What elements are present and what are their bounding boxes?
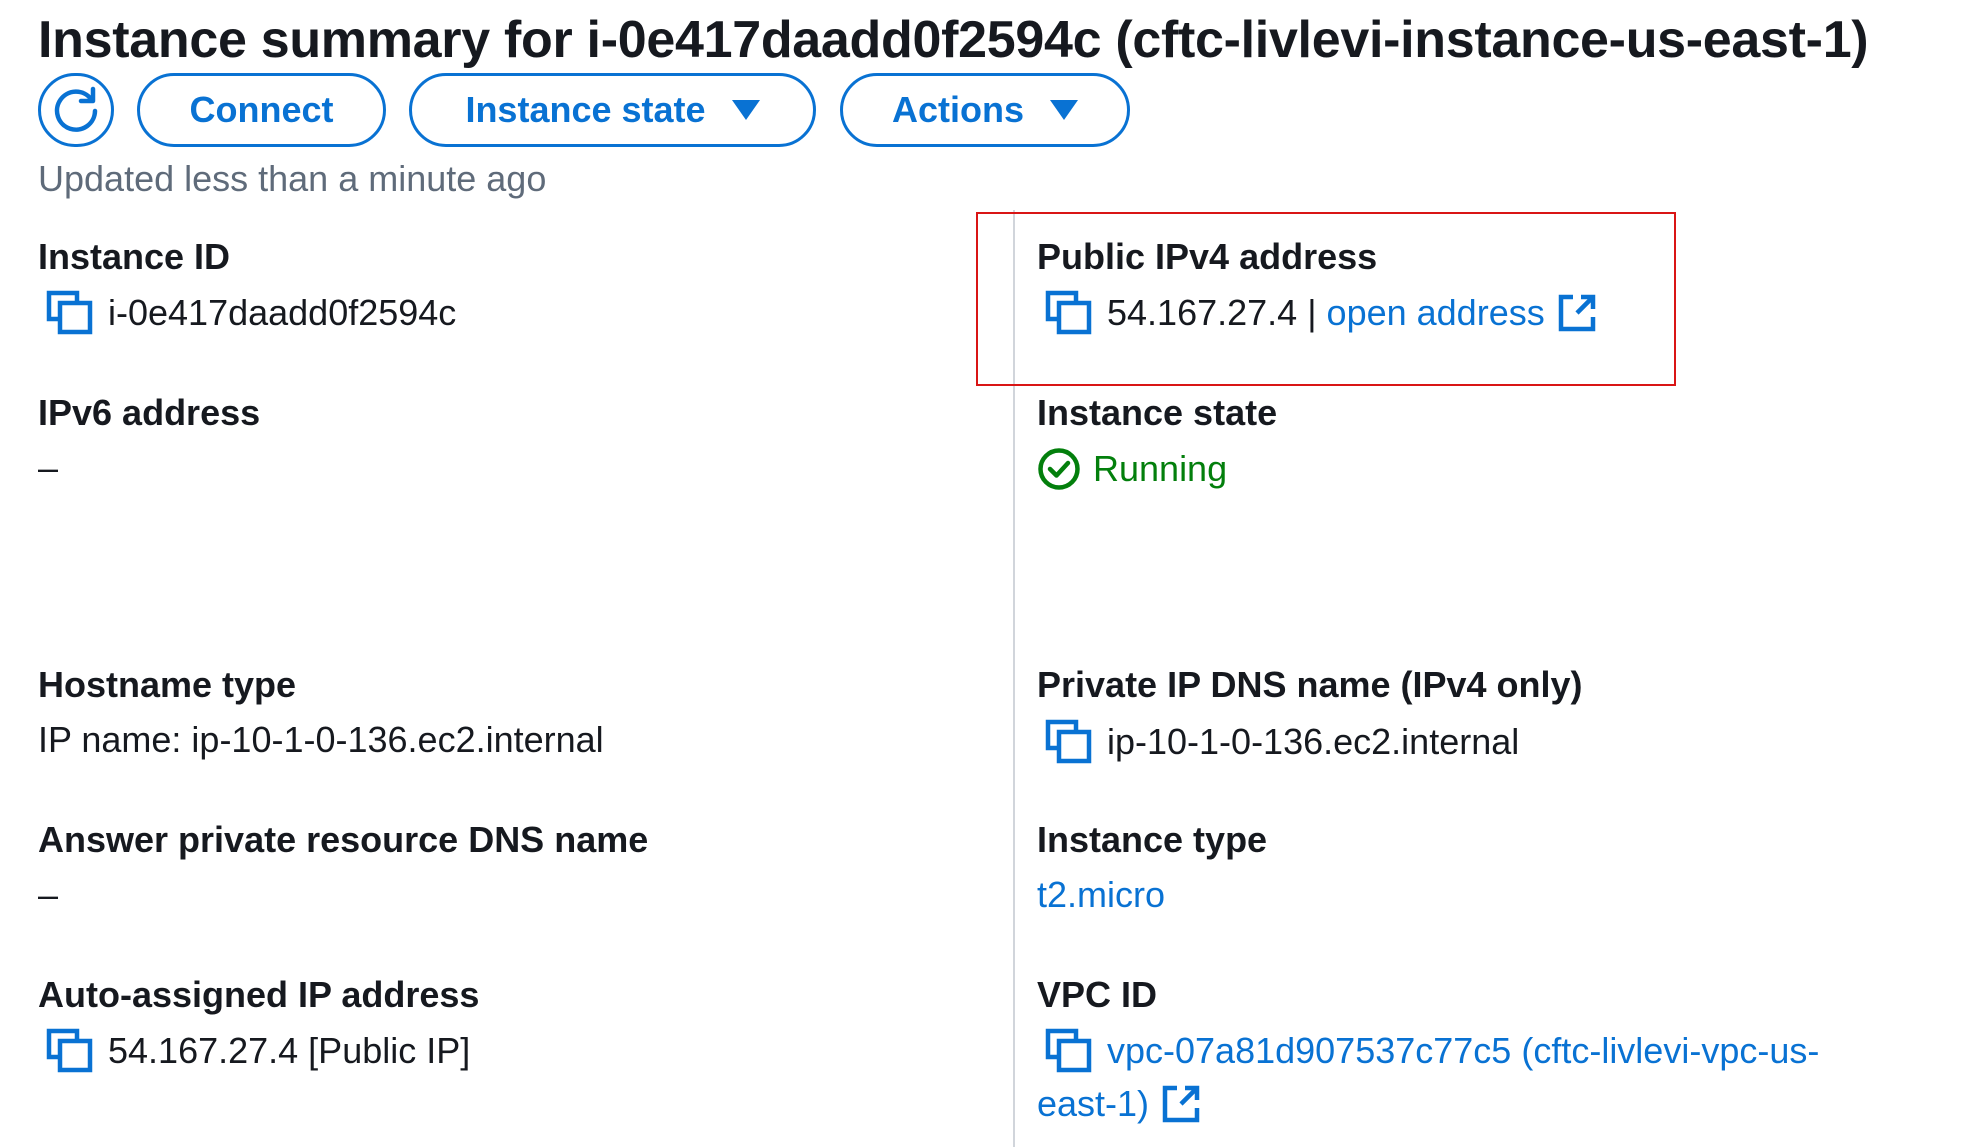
instance-state-value-row: Running bbox=[1037, 447, 1227, 491]
auto-ip-value: 54.167.27.4 [Public IP] bbox=[108, 1030, 471, 1071]
instance-state-label: Instance state bbox=[1037, 392, 1278, 433]
copy-icon[interactable] bbox=[1045, 1028, 1093, 1074]
vpc-id-value-row: vpc-07a81d907537c77c5 (cftc-livlevi-vpc-… bbox=[1045, 1028, 1819, 1074]
ipv6-value: – bbox=[38, 447, 59, 488]
copy-icon[interactable] bbox=[1045, 719, 1093, 765]
instance-id-value-row: i-0e417daadd0f2594c bbox=[46, 290, 456, 336]
external-link-icon[interactable] bbox=[1557, 293, 1597, 333]
answer-dns-value: – bbox=[38, 874, 59, 915]
caret-down-icon bbox=[1050, 100, 1078, 120]
public-ipv4-value-row: 54.167.27.4 | open address bbox=[1045, 290, 1597, 336]
connect-label: Connect bbox=[189, 89, 334, 130]
copy-icon[interactable] bbox=[46, 1028, 94, 1074]
page-title: Instance summary for i-0e417daadd0f2594c… bbox=[38, 11, 1869, 69]
vpc-id-label: VPC ID bbox=[1037, 974, 1158, 1015]
hostname-type-label: Hostname type bbox=[38, 664, 297, 705]
instance-type-link[interactable]: t2.micro bbox=[1037, 874, 1165, 916]
hostname-type-value: IP name: ip-10-1-0-136.ec2.internal bbox=[38, 719, 604, 760]
auto-ip-value-row: 54.167.27.4 [Public IP] bbox=[46, 1028, 470, 1074]
private-dns-value: ip-10-1-0-136.ec2.internal bbox=[1107, 721, 1520, 762]
private-dns-value-row: ip-10-1-0-136.ec2.internal bbox=[1045, 719, 1519, 765]
instance-id-value: i-0e417daadd0f2594c bbox=[108, 292, 457, 333]
public-ipv4-value: 54.167.27.4 bbox=[1107, 292, 1298, 333]
copy-icon[interactable] bbox=[46, 290, 94, 336]
updated-timestamp: Updated less than a minute ago bbox=[38, 158, 547, 199]
private-dns-label: Private IP DNS name (IPv4 only) bbox=[1037, 664, 1583, 705]
instance-id-label: Instance ID bbox=[38, 236, 231, 277]
public-ipv4-label: Public IPv4 address bbox=[1037, 236, 1378, 277]
instance-state-dropdown[interactable]: Instance state bbox=[409, 73, 816, 147]
copy-icon[interactable] bbox=[1045, 290, 1093, 336]
open-address-link[interactable]: open address bbox=[1327, 292, 1545, 334]
caret-down-icon bbox=[731, 100, 760, 120]
refresh-button[interactable] bbox=[38, 73, 114, 147]
vpc-id-link-line1[interactable]: vpc-07a81d907537c77c5 (cftc-livlevi-vpc-… bbox=[1107, 1030, 1819, 1072]
instance-state-value: Running bbox=[1093, 448, 1228, 489]
actions-dropdown-label: Actions bbox=[891, 89, 1024, 130]
ipv6-label: IPv6 address bbox=[38, 392, 261, 433]
vpc-id-value-row-2: east-1) bbox=[1037, 1083, 1201, 1125]
vpc-id-link-line2[interactable]: east-1) bbox=[1037, 1083, 1149, 1125]
refresh-icon bbox=[54, 86, 98, 132]
auto-ip-label: Auto-assigned IP address bbox=[38, 974, 480, 1015]
external-link-icon[interactable] bbox=[1161, 1084, 1201, 1124]
status-check-icon bbox=[1038, 448, 1080, 490]
connect-button[interactable]: Connect bbox=[137, 73, 386, 147]
actions-dropdown[interactable]: Actions bbox=[840, 73, 1130, 147]
separator: | bbox=[1307, 292, 1317, 333]
instance-state-dropdown-label: Instance state bbox=[465, 89, 706, 130]
instance-type-label: Instance type bbox=[1037, 819, 1268, 860]
answer-dns-label: Answer private resource DNS name bbox=[38, 819, 649, 860]
